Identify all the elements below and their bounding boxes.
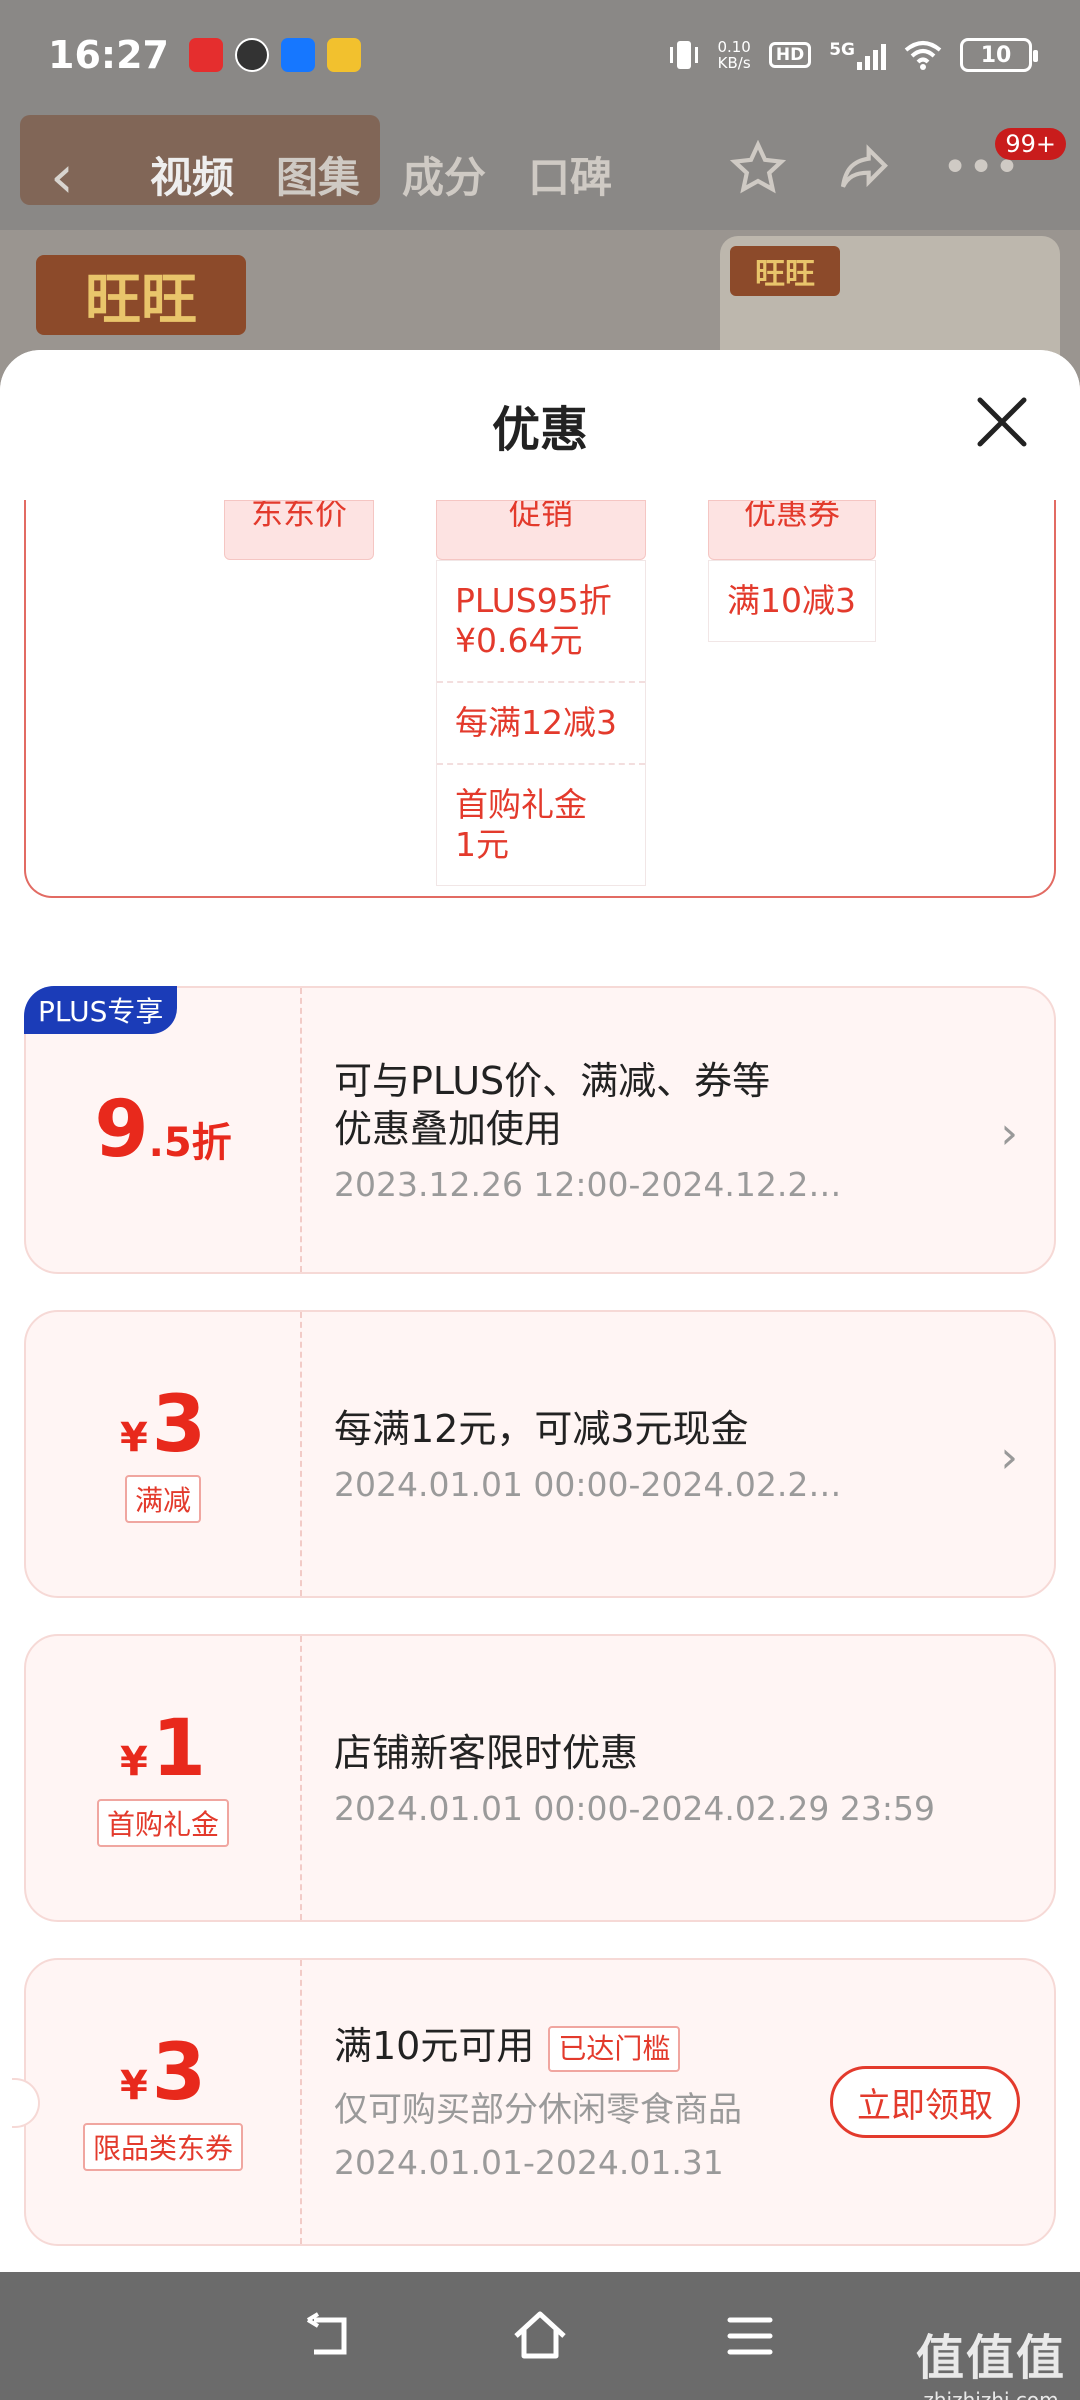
coupon-validity: 2024.01.01 00:00-2024.02.29 23:59	[334, 1788, 935, 1828]
coupon-title: 满10元可用	[334, 2024, 535, 2069]
promotion-list: PLUS95折 ¥0.64元 每满12减3 首购礼金 1元	[436, 560, 646, 886]
sheet-header: 优惠	[0, 350, 1080, 500]
claim-coupon-button[interactable]: 立即领取	[830, 2066, 1020, 2138]
threshold-reached-badge: 已达门槛	[548, 2025, 681, 2072]
chevron-right-icon[interactable]: ›	[1000, 1432, 1018, 1483]
share-icon[interactable]	[836, 140, 892, 196]
plus-discount-card[interactable]: PLUS专享 9 .5折 可与PLUS价、满减、券等 优惠叠加使用 2023.1…	[24, 986, 1056, 1274]
discount-number: 1	[151, 1704, 207, 1794]
jd-price-header: 东东价	[224, 500, 374, 560]
yen-symbol: ¥	[119, 2063, 148, 2109]
brand-logo: 旺旺	[36, 255, 246, 335]
coupon-type-tag: 满减	[124, 1475, 201, 1523]
tab-video[interactable]: 视频	[150, 144, 234, 205]
coupon-header-label: 优惠券	[743, 500, 840, 532]
network-speed-value: 0.10	[717, 38, 751, 56]
discount-suffix: .5折	[148, 1120, 232, 1166]
promotion-item: 首购礼金 1元	[455, 785, 587, 864]
vibrate-icon	[670, 41, 699, 69]
coupon-value: ¥ 3 满减	[26, 1312, 302, 1596]
close-icon[interactable]	[974, 394, 1030, 450]
coupon-value: ¥ 3 限品类东券	[26, 1960, 302, 2244]
sheet-title: 优惠	[491, 402, 588, 458]
coupon-header: 优惠券	[708, 500, 876, 560]
status-bar: 16:27 0.10 KB/s HD 5G 10	[0, 0, 1080, 110]
promotion-header: 促销	[436, 500, 646, 560]
tab-reviews[interactable]: 口碑	[528, 144, 612, 205]
coupon-item: 满10减3	[727, 581, 856, 620]
coupon-type-tag: 限品类东券	[82, 2123, 243, 2171]
discount-amount: ¥ 3	[120, 1385, 206, 1465]
coupon-validity: 2023.12.26 12:00-2024.12.2…	[334, 1164, 842, 1204]
coupon-details: 每满12元，可减3元现金 2024.01.01 00:00-2024.02.2…	[334, 1312, 1014, 1596]
status-time: 16:27	[48, 33, 169, 77]
star-icon[interactable]	[730, 140, 787, 196]
yen-symbol: ¥	[119, 1739, 148, 1785]
watermark-domain: zhizhizhi.com	[923, 2388, 1059, 2400]
watermark: 值值值 zhizhizhi.com	[916, 2318, 1066, 2400]
coupon-details: 店铺新客限时优惠 2024.01.01 00:00-2024.02.29 23:…	[334, 1636, 1014, 1920]
tab-gallery[interactable]: 图集	[276, 144, 360, 205]
coupon-list: 满10减3	[708, 560, 876, 642]
jd-price-header-label: 东东价	[250, 500, 347, 532]
hd-badge: HD	[768, 42, 812, 68]
top-navigation: ‹ 视频 图集 成分 口碑 •••	[0, 120, 1080, 220]
home-nav-icon[interactable]	[510, 2306, 570, 2366]
app-notification-icon	[326, 38, 361, 72]
back-icon[interactable]: ‹	[50, 142, 74, 212]
app-notification-icon	[188, 38, 223, 72]
app-notification-icon	[234, 38, 269, 72]
network-speed: 0.10 KB/s	[717, 39, 750, 71]
nav-tabs: 视频 图集 成分 口碑	[150, 144, 612, 205]
discount-number: 3	[151, 2028, 207, 2118]
cellular-signal-icon: 5G	[829, 40, 886, 70]
coupon-details: 可与PLUS价、满减、券等 优惠叠加使用 2023.12.26 12:00-20…	[334, 988, 1014, 1272]
chevron-right-icon[interactable]: ›	[1000, 1108, 1018, 1159]
network-type: 5G	[829, 40, 855, 60]
wifi-icon	[904, 41, 942, 70]
nav-actions: •••	[730, 140, 1020, 196]
promotion-item: PLUS95折 ¥0.64元	[437, 561, 645, 683]
message-count-badge: 99+	[995, 128, 1066, 160]
discount-amount: ¥ 1	[120, 1709, 206, 1789]
menu-nav-icon[interactable]	[720, 2306, 780, 2366]
coupon-validity: 2024.01.01-2024.01.31	[334, 2142, 724, 2182]
coupon-title: 店铺新客限时优惠	[334, 1730, 639, 1775]
discount-amount: 9 .5折	[94, 1090, 231, 1170]
first-purchase-card[interactable]: ¥ 1 首购礼金 店铺新客限时优惠 2024.01.01 00:00-2024.…	[24, 1634, 1056, 1922]
battery-level: 10	[980, 42, 1012, 68]
network-speed-unit: KB/s	[717, 54, 751, 72]
category-coupon-card: ¥ 3 限品类东券 满10元可用 已达门槛 仅可购买部分休闲零食商品 2024.0…	[12, 1958, 1056, 2246]
promotion-item: 每满12减3	[437, 683, 645, 765]
promotion-header-label: 促销	[508, 500, 573, 532]
coupon-value: ¥ 1 首购礼金	[26, 1636, 302, 1920]
price-breakdown-card: 东东价 促销 优惠券 PLUS95折 ¥0.64元 每满12减3 首购礼金 1元…	[24, 450, 1056, 898]
coupon-validity: 2024.01.01 00:00-2024.02.2…	[334, 1464, 842, 1504]
discount-number: 3	[151, 1380, 207, 1470]
discount-sheet: 优惠 东东价 促销 优惠券 PLUS95折 ¥0.64元 每满12减3 首购礼金…	[0, 350, 1080, 2272]
watermark-logo: 值值值	[915, 2330, 1066, 2386]
discount-amount: ¥ 3	[120, 2033, 206, 2113]
coupon-title-row: 满10元可用 已达门槛	[334, 2022, 1014, 2072]
alipay-icon	[280, 38, 315, 72]
full-reduction-card[interactable]: ¥ 3 满减 每满12元，可减3元现金 2024.01.01 00:00-202…	[24, 1310, 1056, 1598]
plus-badge: PLUS专享	[24, 986, 178, 1034]
coupon-type-tag: 首购礼金	[96, 1799, 229, 1847]
battery-indicator: 10	[960, 38, 1038, 72]
discount-number: 9	[94, 1085, 149, 1175]
tab-ingredients[interactable]: 成分	[402, 144, 486, 205]
back-nav-icon[interactable]	[300, 2306, 360, 2366]
coupon-title: 每满12元，可减3元现金	[334, 1406, 749, 1451]
yen-symbol: ¥	[119, 1415, 148, 1461]
product-brand-logo: 旺旺	[730, 246, 840, 296]
coupon-title: 可与PLUS价、满减、券等 优惠叠加使用	[334, 1058, 771, 1151]
